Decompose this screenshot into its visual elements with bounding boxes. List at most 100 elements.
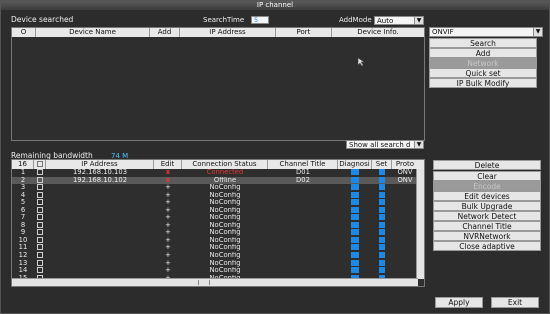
- row-checkbox-cell[interactable]: [34, 221, 46, 230]
- delete-icon[interactable]: x: [154, 177, 182, 185]
- add-icon[interactable]: +: [154, 214, 182, 222]
- exit-button[interactable]: Exit: [491, 297, 539, 308]
- diagnose-cell[interactable]: [338, 169, 372, 177]
- diagnose-icon[interactable]: [351, 206, 359, 213]
- diagnose-icon[interactable]: [351, 229, 359, 236]
- table-row[interactable]: 13 + NoConfig: [12, 259, 424, 268]
- set-cell[interactable]: [372, 184, 392, 192]
- settings-icon[interactable]: [379, 259, 385, 266]
- settings-icon[interactable]: [379, 244, 385, 251]
- show-all-search-select[interactable]: Show all search d ▼: [346, 140, 424, 149]
- row-checkbox[interactable]: [37, 191, 43, 198]
- col-add[interactable]: Add: [150, 28, 180, 37]
- row-checkbox-cell[interactable]: [34, 259, 46, 268]
- settings-icon[interactable]: [379, 252, 385, 259]
- channel-table[interactable]: 16 IP Address Edit Connection Status Cha…: [11, 159, 425, 287]
- bulk-upgrade-button[interactable]: Bulk Upgrade: [433, 201, 541, 211]
- table-row[interactable]: 4 + NoConfig: [12, 191, 424, 200]
- search-button[interactable]: Search: [429, 38, 537, 48]
- row-checkbox-cell[interactable]: [34, 229, 46, 237]
- diagnose-cell[interactable]: [338, 252, 372, 260]
- row-checkbox[interactable]: [37, 259, 43, 266]
- diagnose-cell[interactable]: [338, 191, 372, 200]
- table-row[interactable]: 10 + NoConfig: [12, 236, 424, 245]
- diagnose-cell[interactable]: [338, 267, 372, 275]
- settings-icon[interactable]: [379, 229, 385, 236]
- row-checkbox[interactable]: [37, 184, 43, 191]
- row-checkbox-cell[interactable]: [34, 236, 46, 245]
- col-connection-status[interactable]: Connection Status: [182, 160, 268, 169]
- add-icon[interactable]: +: [154, 252, 182, 260]
- row-checkbox-cell[interactable]: [34, 184, 46, 192]
- settings-icon[interactable]: [379, 221, 385, 228]
- row-checkbox[interactable]: [37, 206, 43, 213]
- col-checkbox[interactable]: [34, 160, 46, 169]
- row-checkbox-cell[interactable]: [34, 206, 46, 215]
- diagnose-cell[interactable]: [338, 229, 372, 237]
- set-cell[interactable]: [372, 259, 392, 268]
- table-row[interactable]: 1 192.168.10.103 x Connected D01 ONV: [12, 169, 424, 177]
- row-checkbox[interactable]: [37, 229, 43, 236]
- set-cell[interactable]: [372, 169, 392, 177]
- set-cell[interactable]: [372, 229, 392, 237]
- col-protocol[interactable]: Proto: [392, 160, 418, 169]
- set-cell[interactable]: [372, 244, 392, 252]
- row-checkbox[interactable]: [37, 244, 43, 251]
- horizontal-scrollbar[interactable]: [12, 278, 418, 286]
- add-icon[interactable]: +: [154, 267, 182, 275]
- table-row[interactable]: 14 + NoConfig: [12, 267, 424, 275]
- edit-devices-button[interactable]: Edit devices: [433, 191, 541, 201]
- table-row[interactable]: 12 + NoConfig: [12, 252, 424, 260]
- row-checkbox[interactable]: [37, 267, 43, 274]
- col-port[interactable]: Port: [276, 28, 332, 37]
- settings-icon[interactable]: [379, 267, 385, 274]
- diagnose-cell[interactable]: [338, 236, 372, 245]
- row-checkbox-cell[interactable]: [34, 176, 46, 185]
- diagnose-cell[interactable]: [338, 214, 372, 222]
- delete-icon[interactable]: x: [154, 169, 182, 177]
- settings-icon[interactable]: [379, 214, 385, 221]
- select-all-checkbox[interactable]: [36, 161, 43, 167]
- row-checkbox-cell[interactable]: [34, 267, 46, 275]
- add-icon[interactable]: +: [154, 222, 182, 230]
- add-icon[interactable]: +: [154, 237, 182, 245]
- add-icon[interactable]: +: [154, 199, 182, 207]
- diagnose-icon[interactable]: [351, 176, 359, 183]
- col-set[interactable]: Set: [372, 160, 392, 169]
- row-checkbox[interactable]: [37, 176, 43, 183]
- apply-button[interactable]: Apply: [435, 297, 483, 308]
- row-checkbox-cell[interactable]: [34, 191, 46, 200]
- add-button[interactable]: Add: [429, 48, 537, 58]
- col-edit[interactable]: Edit: [154, 160, 182, 169]
- row-checkbox-cell[interactable]: [34, 199, 46, 207]
- row-checkbox[interactable]: [37, 236, 43, 243]
- row-checkbox-cell[interactable]: [34, 169, 46, 177]
- table-row[interactable]: 2 192.168.10.102 x Offline D02 ONV: [12, 176, 424, 185]
- device-search-table[interactable]: O Device Name Add IP Address Port Device…: [11, 27, 425, 141]
- row-checkbox[interactable]: [37, 221, 43, 228]
- set-cell[interactable]: [372, 236, 392, 245]
- diagnose-icon[interactable]: [351, 236, 359, 243]
- set-cell[interactable]: [372, 199, 392, 207]
- diagnose-cell[interactable]: [338, 221, 372, 230]
- delete-button[interactable]: Delete: [433, 160, 541, 170]
- add-mode-select[interactable]: Auto ▼: [374, 16, 424, 25]
- set-cell[interactable]: [372, 176, 392, 185]
- row-checkbox[interactable]: [37, 252, 43, 259]
- add-icon[interactable]: +: [154, 229, 182, 237]
- row-checkbox[interactable]: [37, 214, 43, 221]
- table-row[interactable]: 6 + NoConfig: [12, 206, 424, 215]
- diagnose-icon[interactable]: [351, 267, 359, 274]
- close-adaptive-button[interactable]: Close adaptive: [433, 241, 541, 251]
- set-cell[interactable]: [372, 214, 392, 222]
- table-row[interactable]: 9 + NoConfig: [12, 229, 424, 237]
- table-row[interactable]: 5 + NoConfig: [12, 199, 424, 207]
- set-cell[interactable]: [372, 191, 392, 200]
- scroll-thumb[interactable]: [198, 280, 210, 285]
- settings-icon[interactable]: [379, 206, 385, 213]
- add-icon[interactable]: +: [154, 244, 182, 252]
- settings-icon[interactable]: [379, 184, 385, 191]
- set-cell[interactable]: [372, 267, 392, 275]
- protocol-select[interactable]: ONVIF ▼: [429, 27, 543, 37]
- row-checkbox-cell[interactable]: [34, 214, 46, 222]
